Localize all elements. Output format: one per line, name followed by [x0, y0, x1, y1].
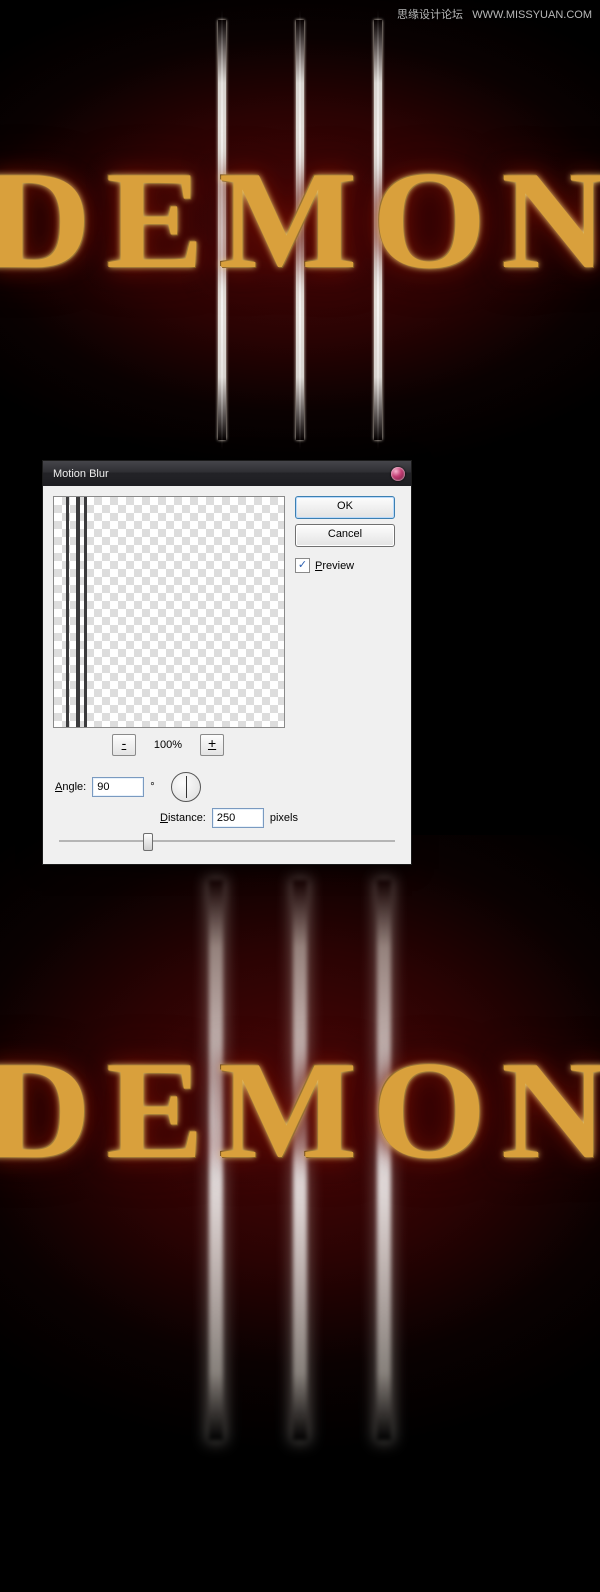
zoom-out-button[interactable]: - [112, 734, 136, 756]
dialog-titlebar[interactable]: Motion Blur [43, 461, 411, 486]
close-icon[interactable] [391, 467, 405, 481]
distance-label: Distance: [160, 812, 206, 824]
page-canvas: 思缘设计论坛 WWW.MISSYUAN.COM DEMON Motion Blu… [0, 0, 600, 1465]
demon-title-text: DEMON [0, 140, 600, 301]
angle-row: Angle: 90 ° [55, 772, 401, 802]
demon-title-text: DEMON [0, 1030, 600, 1191]
preview-checkbox-row[interactable]: ✓ Preview [295, 558, 395, 573]
dialog-side-controls: OK Cancel ✓ Preview [295, 496, 395, 573]
slider-rail [59, 840, 395, 842]
distance-unit: pixels [270, 812, 298, 824]
angle-dial[interactable] [171, 772, 201, 802]
preview-stripe [76, 497, 80, 727]
distance-slider[interactable] [53, 832, 401, 850]
slider-thumb[interactable] [143, 833, 153, 851]
preview-stripe [84, 497, 87, 727]
preview-checkbox[interactable]: ✓ [295, 558, 310, 573]
distance-input[interactable]: 250 [212, 808, 264, 828]
angle-label: Angle: [55, 781, 86, 793]
preview-stripe [66, 497, 69, 727]
ok-button[interactable]: OK [295, 496, 395, 519]
dialog-title: Motion Blur [53, 468, 109, 480]
zoom-in-button[interactable]: + [200, 734, 224, 756]
watermark-top: 思缘设计论坛 WWW.MISSYUAN.COM [397, 6, 592, 22]
zoom-controls: - 100% + [53, 734, 283, 756]
cancel-button[interactable]: Cancel [295, 524, 395, 547]
distance-row: Distance: 250 pixels [55, 808, 403, 828]
degree-symbol: ° [150, 781, 154, 793]
watermark-right: WWW.MISSYUAN.COM [472, 9, 592, 21]
filter-preview-thumbnail[interactable] [53, 496, 285, 728]
dialog-body: - 100% + OK Cancel ✓ Preview [43, 486, 411, 864]
preview-label-rest: review [322, 560, 354, 572]
demon-artwork-before: 思缘设计论坛 WWW.MISSYUAN.COM DEMON [0, 0, 600, 500]
watermark-left: 思缘设计论坛 [397, 9, 463, 21]
zoom-percent-label: 100% [154, 739, 182, 751]
angle-input[interactable]: 90 [92, 777, 144, 797]
demon-artwork-after: DEMON [0, 835, 600, 1465]
motion-blur-dialog: Motion Blur - 100% + [42, 460, 412, 865]
